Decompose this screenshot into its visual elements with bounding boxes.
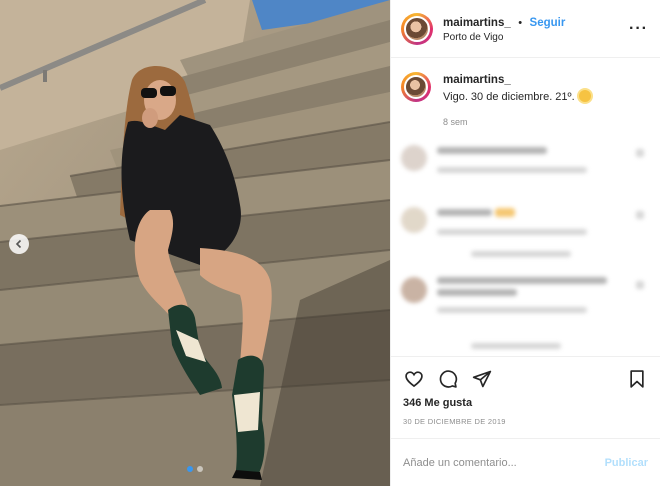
avatar[interactable] bbox=[401, 72, 431, 102]
username-link[interactable]: maimartins_ bbox=[443, 17, 511, 29]
blurred-comment bbox=[401, 203, 648, 259]
carousel-prev-button[interactable] bbox=[9, 234, 29, 254]
instagram-post: maimartins_ • Seguir Porto de Vigo ··· m… bbox=[0, 0, 660, 486]
carousel-dots bbox=[0, 466, 390, 472]
share-icon bbox=[472, 370, 492, 388]
action-icons bbox=[403, 365, 648, 393]
add-comment-bar: Publicar bbox=[391, 438, 660, 486]
post-date[interactable]: 30 de diciembre de 2019 bbox=[403, 417, 648, 426]
chevron-left-icon bbox=[15, 239, 22, 249]
like-button[interactable] bbox=[403, 368, 425, 390]
header-text: maimartins_ • Seguir Porto de Vigo bbox=[443, 12, 629, 45]
post-actions: 346 Me gusta 30 de diciembre de 2019 bbox=[391, 356, 660, 426]
blurred-comment bbox=[401, 273, 648, 329]
caption-username[interactable]: maimartins_ bbox=[443, 72, 591, 89]
caption-time-ago: 8 sem bbox=[443, 116, 468, 127]
post-header: maimartins_ • Seguir Porto de Vigo ··· bbox=[391, 0, 660, 58]
carousel-dot[interactable] bbox=[187, 466, 193, 472]
avatar[interactable] bbox=[401, 12, 433, 45]
more-dots-icon[interactable]: ··· bbox=[629, 20, 648, 38]
carousel-dot[interactable] bbox=[197, 466, 203, 472]
follow-button[interactable]: Seguir bbox=[530, 17, 566, 29]
publish-button[interactable]: Publicar bbox=[605, 457, 648, 469]
comment-icon bbox=[439, 370, 458, 388]
blurred-comment bbox=[401, 141, 648, 197]
save-button[interactable] bbox=[626, 368, 648, 390]
caption: maimartins_ Vigo. 30 de diciembre. 21º. … bbox=[401, 72, 648, 129]
separator-dot: • bbox=[518, 17, 523, 30]
heart-icon bbox=[405, 371, 423, 388]
caption-text: Vigo. 30 de diciembre. 21º. bbox=[443, 90, 575, 103]
post-photo[interactable] bbox=[0, 0, 390, 486]
photo-image bbox=[0, 0, 390, 486]
likes-count[interactable]: 346 Me gusta bbox=[403, 397, 648, 409]
bookmark-icon bbox=[630, 370, 644, 388]
comments-list[interactable]: maimartins_ Vigo. 30 de diciembre. 21º. … bbox=[391, 58, 660, 356]
share-button[interactable] bbox=[471, 368, 493, 390]
comment-input[interactable] bbox=[403, 456, 605, 469]
comment-button[interactable] bbox=[437, 368, 459, 390]
location-link[interactable]: Porto de Vigo bbox=[443, 32, 629, 45]
caption-body: maimartins_ Vigo. 30 de diciembre. 21º. … bbox=[443, 72, 591, 129]
sun-icon bbox=[578, 89, 591, 102]
post-sidebar: maimartins_ • Seguir Porto de Vigo ··· m… bbox=[390, 0, 660, 486]
blurred-comment bbox=[401, 335, 648, 355]
